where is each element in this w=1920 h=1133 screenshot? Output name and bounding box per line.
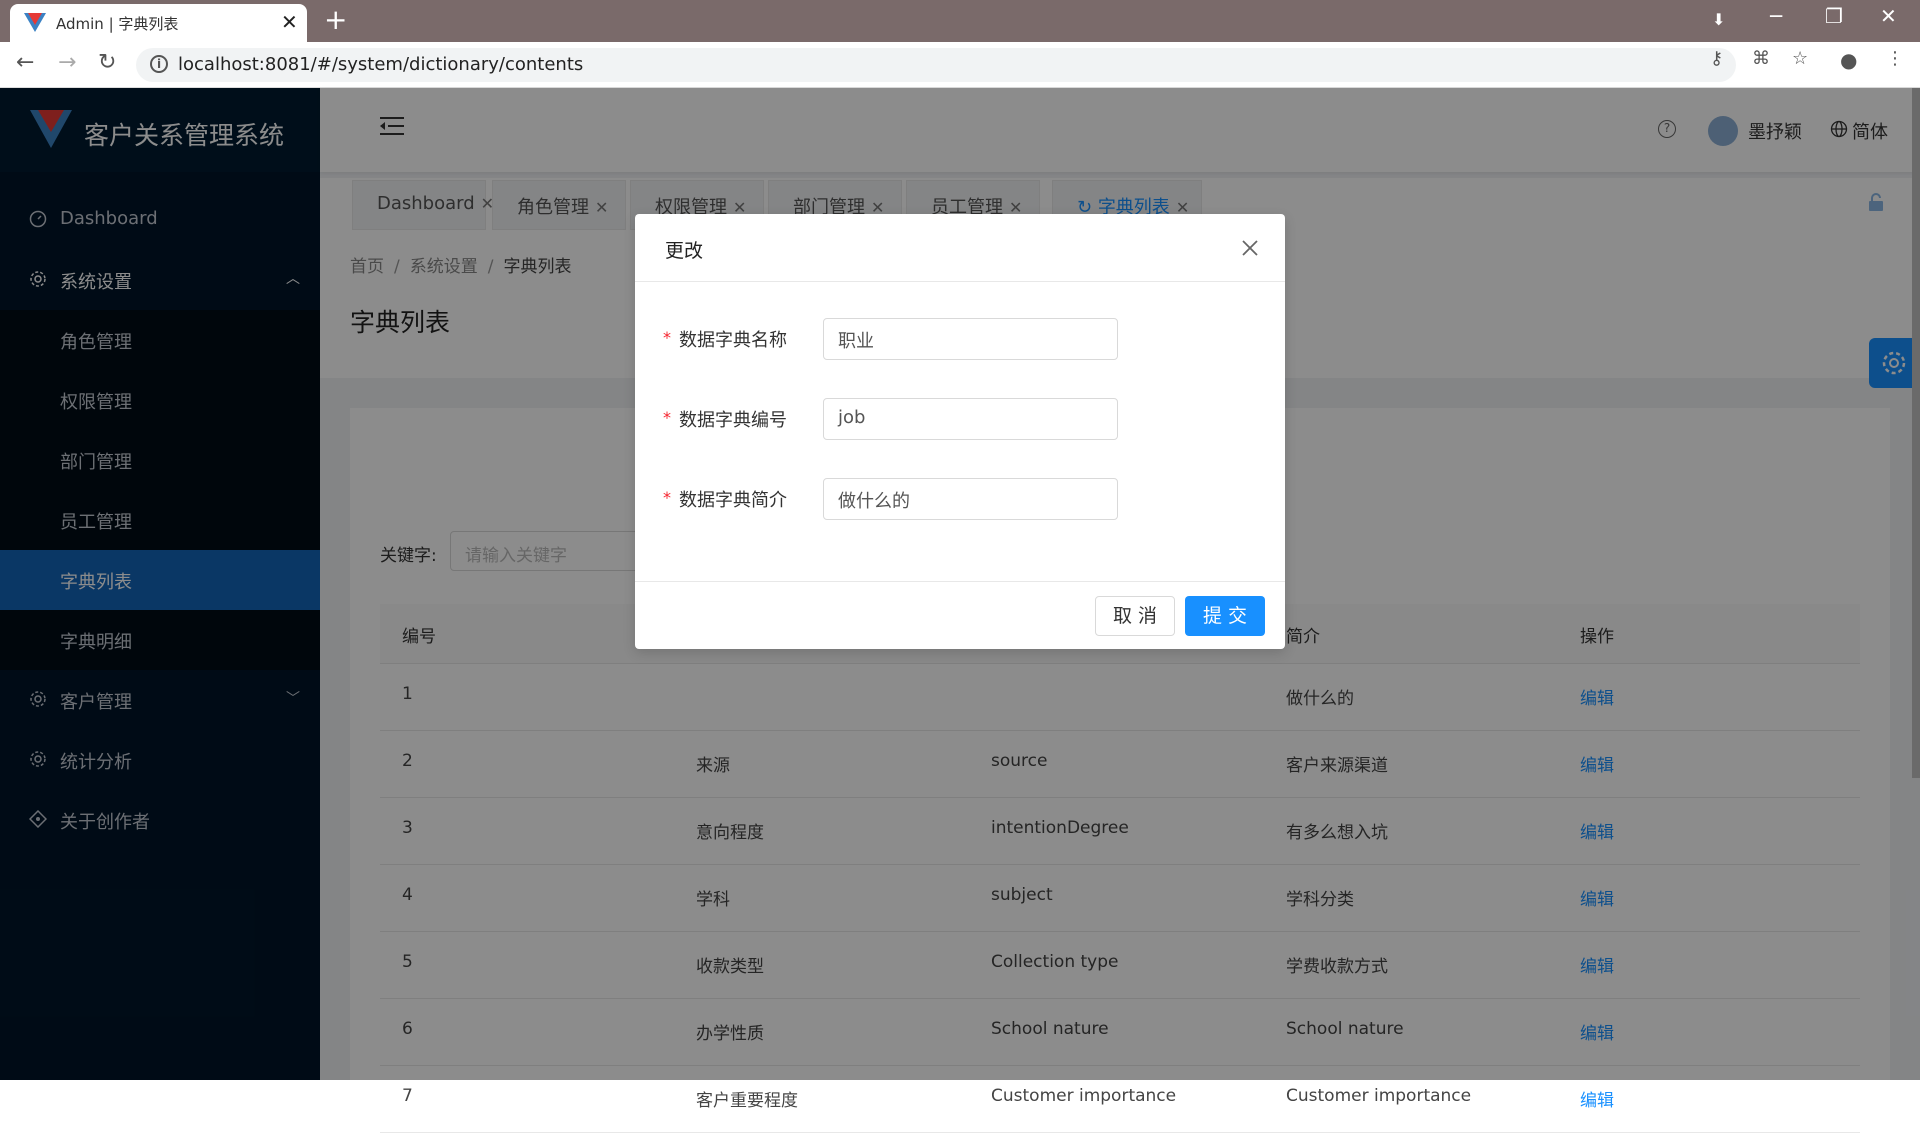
- site-info-icon[interactable]: i: [150, 55, 168, 73]
- field-label: 数据字典名称: [679, 330, 787, 351]
- required-mark: *: [663, 488, 671, 507]
- forward-icon[interactable]: →: [58, 50, 76, 75]
- translate-icon[interactable]: ⌘: [1752, 48, 1770, 69]
- form-row-code: * 数据字典编号 job: [663, 398, 1263, 440]
- cell-desc: Customer importance: [1286, 1086, 1472, 1106]
- form-row-name: * 数据字典名称 职业: [663, 318, 1263, 360]
- field-label: 数据字典简介: [679, 490, 787, 511]
- profile-menu-icon[interactable]: ⬇: [1712, 10, 1725, 29]
- cancel-button[interactable]: 取 消: [1095, 596, 1175, 636]
- address-bar[interactable]: i localhost:8081/#/system/dictionary/con…: [136, 48, 1736, 82]
- form-row-description: * 数据字典简介 做什么的: [663, 478, 1263, 520]
- cell-id: 7: [402, 1086, 413, 1106]
- edit-link[interactable]: 编辑: [1580, 1086, 1614, 1111]
- back-icon[interactable]: ←: [16, 50, 34, 75]
- close-icon[interactable]: [1240, 238, 1260, 258]
- cell-code: Customer importance: [991, 1086, 1177, 1106]
- browser-menu-icon[interactable]: ⋮: [1886, 48, 1904, 69]
- restore-icon[interactable]: ❐: [1825, 4, 1843, 28]
- key-icon[interactable]: ⚷: [1710, 48, 1723, 69]
- account-icon[interactable]: ●: [1840, 48, 1857, 72]
- star-icon[interactable]: ☆: [1792, 48, 1808, 69]
- vue-logo-icon: [24, 13, 46, 32]
- divider: [635, 281, 1285, 282]
- minimize-icon[interactable]: ─: [1770, 4, 1782, 28]
- cell-name: 客户重要程度: [696, 1091, 798, 1111]
- browser-tab-strip: Admin | 字典列表 ✕ + ⬇ ─ ❐ ✕: [0, 0, 1920, 42]
- dictionary-code-input[interactable]: job: [823, 398, 1118, 440]
- close-window-icon[interactable]: ✕: [1880, 4, 1897, 28]
- dictionary-description-input[interactable]: 做什么的: [823, 478, 1118, 520]
- browser-tab[interactable]: Admin | 字典列表 ✕: [10, 4, 307, 42]
- browser-toolbar: ← → ↻ i localhost:8081/#/system/dictiona…: [0, 42, 1920, 88]
- required-mark: *: [663, 408, 671, 427]
- required-mark: *: [663, 328, 671, 347]
- edit-dialog: 更改 * 数据字典名称 职业 * 数据字典编号 job * 数据字典简介 做什么…: [635, 214, 1285, 649]
- dictionary-name-input[interactable]: 职业: [823, 318, 1118, 360]
- dialog-title: 更改: [665, 240, 704, 262]
- url-text[interactable]: localhost:8081/#/system/dictionary/conte…: [178, 54, 583, 75]
- submit-button[interactable]: 提 交: [1185, 596, 1265, 636]
- close-tab-icon[interactable]: ✕: [281, 10, 298, 34]
- field-label: 数据字典编号: [679, 410, 787, 431]
- divider: [635, 581, 1285, 582]
- reload-icon[interactable]: ↻: [98, 50, 116, 75]
- new-tab-icon[interactable]: +: [324, 4, 347, 36]
- browser-tab-title: Admin | 字典列表: [56, 15, 179, 33]
